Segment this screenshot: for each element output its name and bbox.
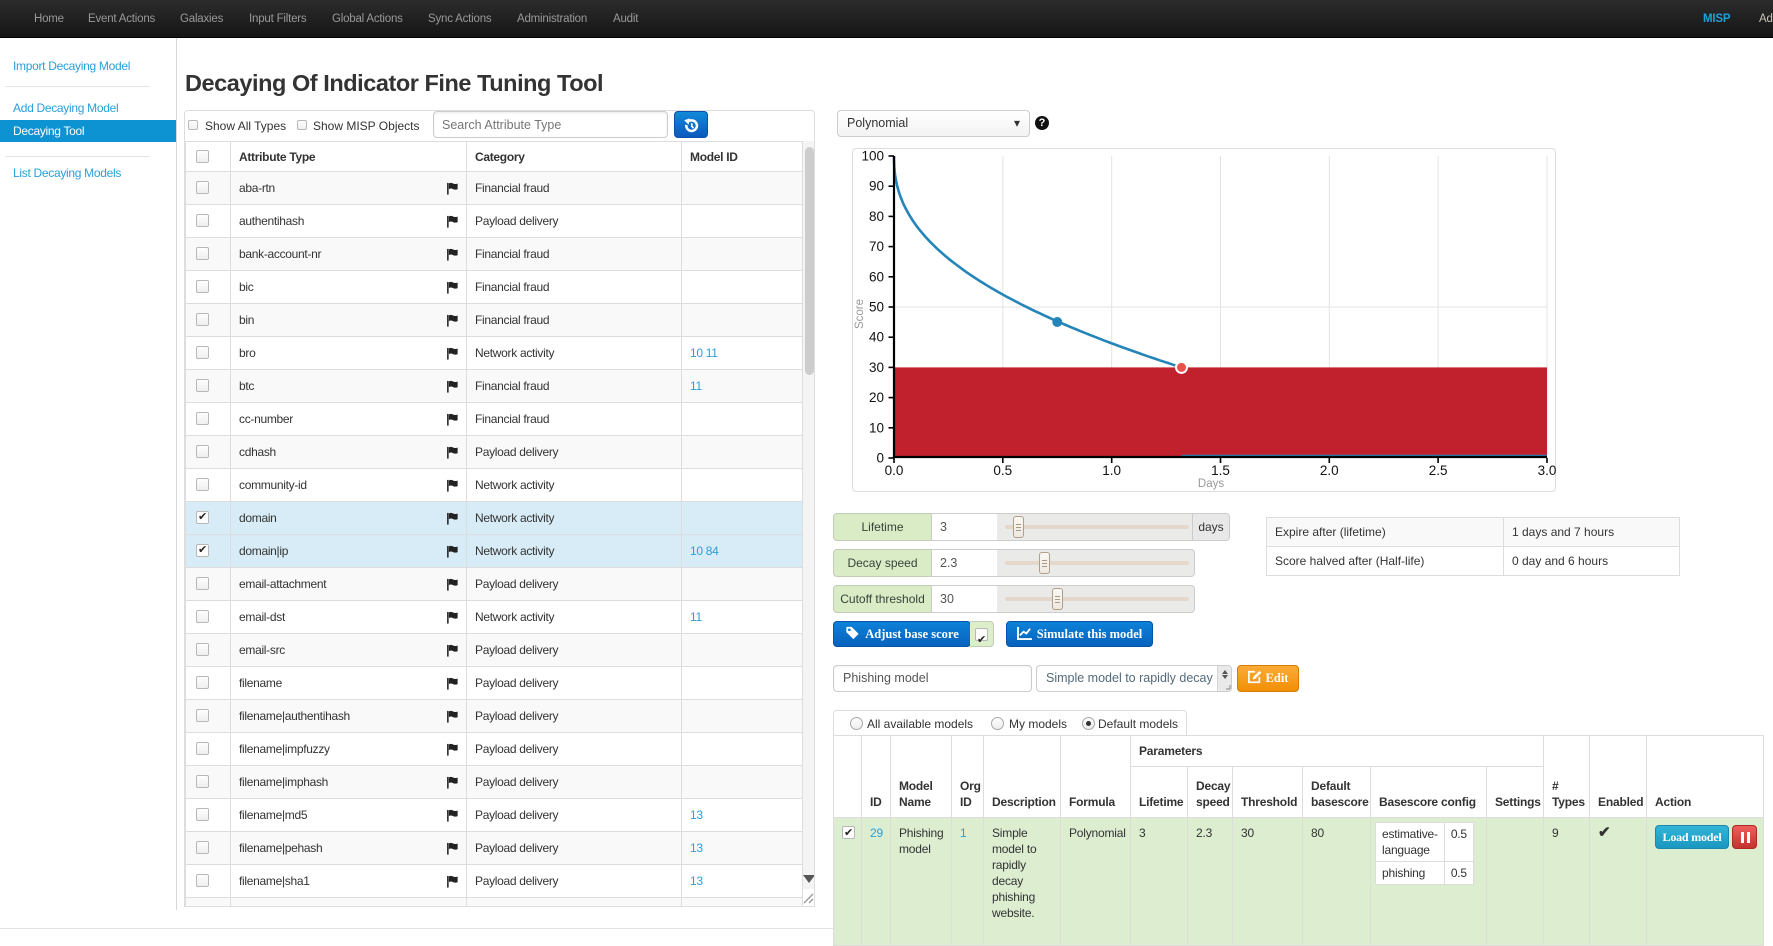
svg-text:Score: Score: [854, 299, 866, 329]
svg-text:70: 70: [869, 239, 884, 254]
svg-text:0.5: 0.5: [993, 463, 1012, 478]
svg-text:90: 90: [869, 179, 884, 194]
svg-text:50: 50: [869, 300, 884, 315]
svg-text:60: 60: [869, 269, 884, 284]
svg-text:40: 40: [869, 330, 884, 345]
svg-text:20: 20: [869, 390, 884, 405]
svg-text:1.0: 1.0: [1102, 463, 1121, 478]
svg-text:100: 100: [861, 149, 884, 164]
svg-text:80: 80: [869, 209, 884, 224]
svg-text:2.5: 2.5: [1429, 463, 1448, 478]
svg-text:10: 10: [869, 420, 884, 435]
svg-text:Days: Days: [1198, 478, 1224, 490]
svg-text:30: 30: [869, 360, 884, 375]
svg-text:0: 0: [876, 451, 884, 466]
svg-text:1.5: 1.5: [1211, 463, 1230, 478]
svg-text:3.0: 3.0: [1538, 463, 1557, 478]
svg-text:2.0: 2.0: [1320, 463, 1339, 478]
svg-text:0.0: 0.0: [885, 463, 904, 478]
